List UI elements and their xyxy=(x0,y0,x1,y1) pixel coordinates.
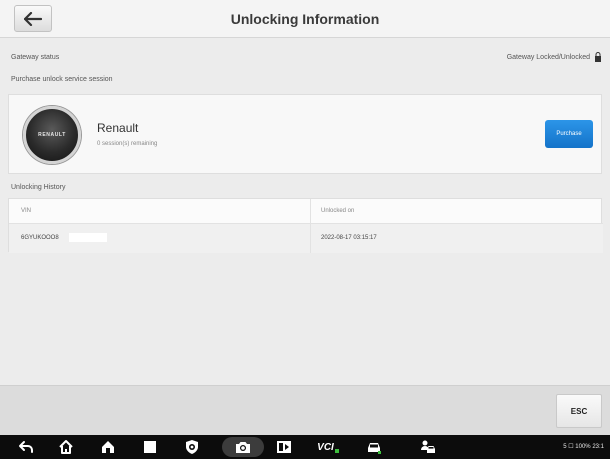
sessions-remaining: 0 session(s) remaining xyxy=(97,141,158,147)
row-divider xyxy=(9,223,603,224)
camera-icon[interactable] xyxy=(235,439,251,455)
purchase-section-label: Purchase unlock service session xyxy=(11,76,113,83)
column-divider xyxy=(310,199,311,253)
lock-icon xyxy=(595,52,601,62)
car-icon[interactable] xyxy=(366,439,382,455)
column-header-vin: VIN xyxy=(21,208,32,214)
logo-text: RENAULT xyxy=(38,132,66,138)
history-table: VIN Unlocked on 6GYUKOOO8 2022-08-17 03:… xyxy=(8,198,603,253)
cell-unlocked-on: 2022-08-17 03:15:17 xyxy=(321,235,377,241)
home-icon[interactable] xyxy=(58,439,74,455)
gateway-status-value: Gateway Locked/Unlocked xyxy=(506,54,590,61)
gateway-status-label: Gateway status xyxy=(11,54,60,61)
media-icon[interactable] xyxy=(276,439,292,455)
back-icon[interactable] xyxy=(18,439,34,455)
footer-bar: ESC xyxy=(0,385,610,435)
gateway-status-row: Gateway status Gateway Locked/Unlocked xyxy=(0,48,610,68)
user-car-icon[interactable] xyxy=(420,439,436,455)
back-button[interactable] xyxy=(14,5,52,32)
shield-icon[interactable] xyxy=(184,439,200,455)
brand-name: Renault xyxy=(97,121,139,135)
square-icon[interactable] xyxy=(142,439,158,455)
vci-label: VCI xyxy=(317,441,334,453)
renault-logo: RENAULT xyxy=(23,106,81,164)
column-header-unlocked-on: Unlocked on xyxy=(321,208,355,214)
vci-icon[interactable]: VCI xyxy=(316,439,340,455)
house-icon[interactable] xyxy=(100,439,116,455)
history-section-label: Unlocking History xyxy=(11,184,66,191)
brand-card: RENAULT Renault 0 session(s) remaining P… xyxy=(8,94,602,174)
back-arrow-icon xyxy=(24,11,42,26)
system-navbar: VCI 5 ☐ 100% 23:1 xyxy=(0,435,610,459)
vci-status-dot xyxy=(334,449,339,453)
vin-redaction xyxy=(69,233,107,242)
page-title: Unlocking Information xyxy=(230,11,380,27)
purchase-button[interactable]: Purchase xyxy=(545,120,593,148)
esc-button[interactable]: ESC xyxy=(556,394,602,428)
cell-vin: 6GYUKOOO8 xyxy=(21,235,59,241)
top-bar: Unlocking Information xyxy=(0,0,610,38)
status-bar-text: 5 ☐ 100% 23:1 xyxy=(563,444,604,450)
